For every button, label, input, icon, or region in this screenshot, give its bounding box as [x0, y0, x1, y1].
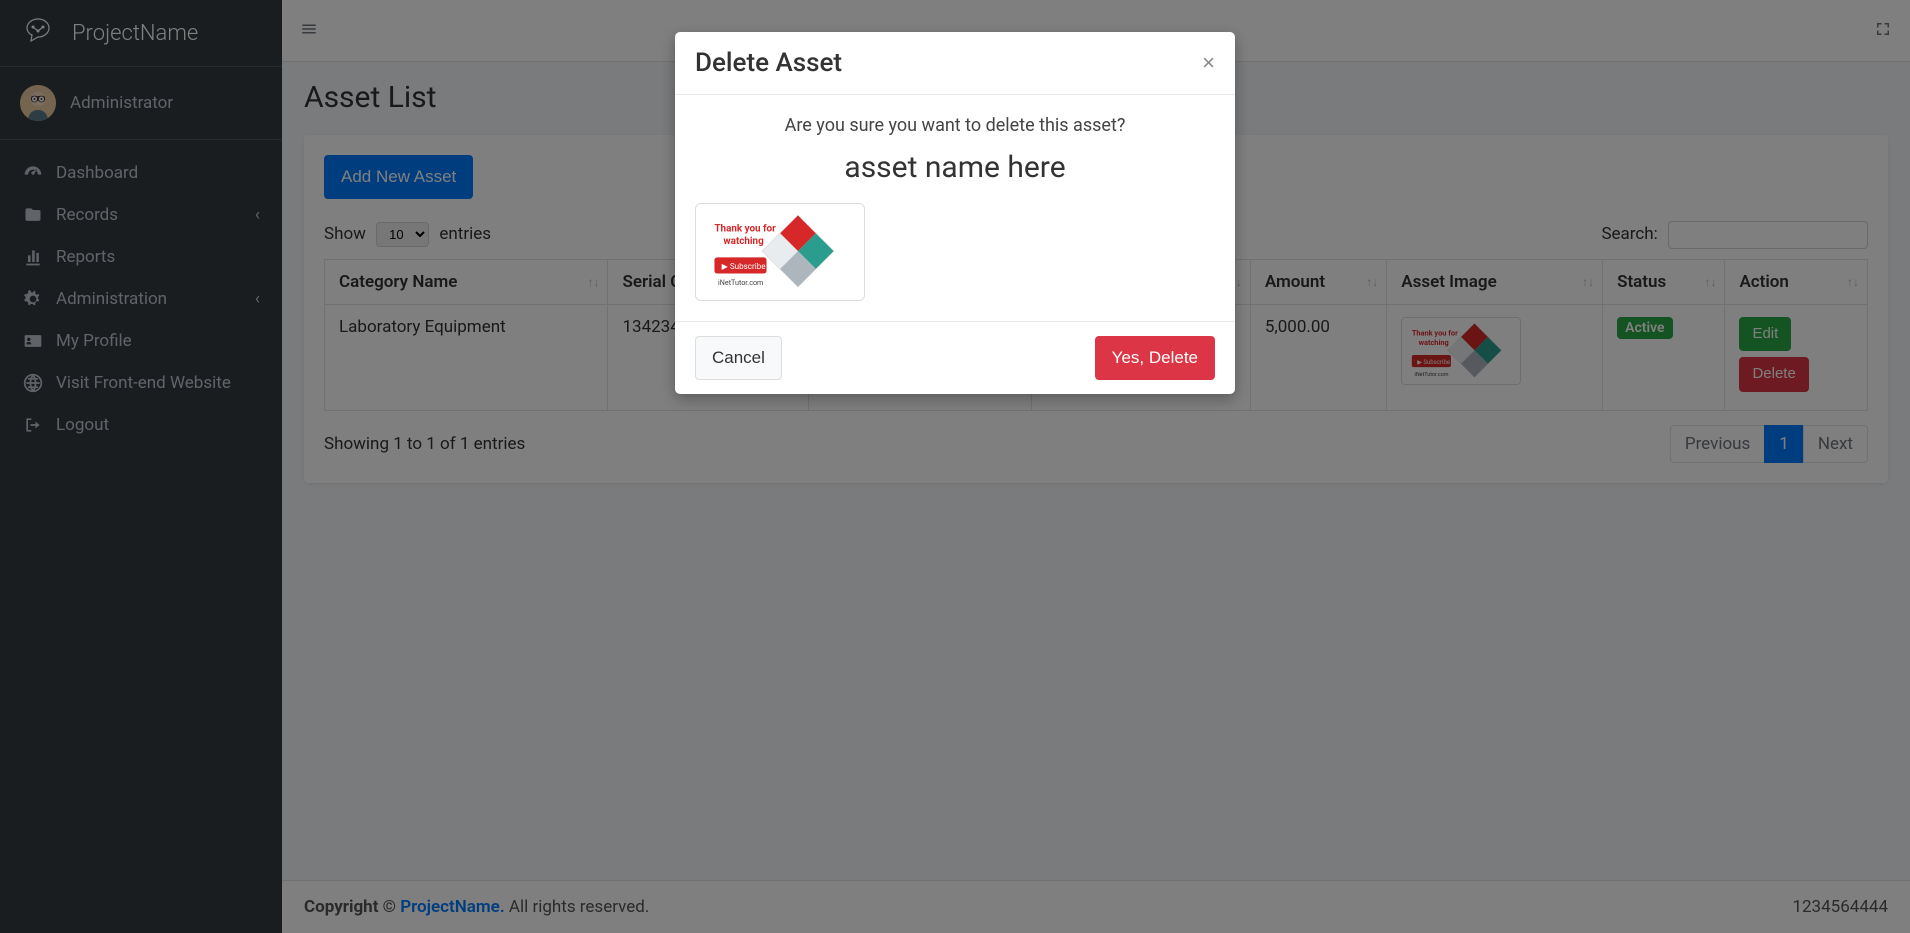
modal-header: Delete Asset × — [675, 32, 1235, 95]
modal-title: Delete Asset — [695, 48, 842, 78]
cancel-button[interactable]: Cancel — [695, 336, 782, 380]
modal-confirm-text: Are you sure you want to delete this ass… — [695, 115, 1215, 136]
svg-text:watching: watching — [723, 236, 764, 247]
svg-text:Thank you for: Thank you for — [714, 223, 776, 234]
close-icon[interactable]: × — [1202, 52, 1215, 74]
modal-asset-name: asset name here — [695, 150, 1215, 185]
svg-text:iNetTutor.com: iNetTutor.com — [718, 278, 763, 287]
modal-asset-thumbnail: Thank you for watching ▶ Subscribe iNetTuto… — [695, 203, 865, 301]
modal-footer: Cancel Yes, Delete — [675, 321, 1235, 394]
svg-text:▶ Subscribe: ▶ Subscribe — [722, 262, 766, 271]
confirm-delete-button[interactable]: Yes, Delete — [1095, 336, 1215, 380]
delete-asset-modal: Delete Asset × Are you sure you want to … — [675, 32, 1235, 394]
modal-body: Are you sure you want to delete this ass… — [675, 95, 1235, 321]
